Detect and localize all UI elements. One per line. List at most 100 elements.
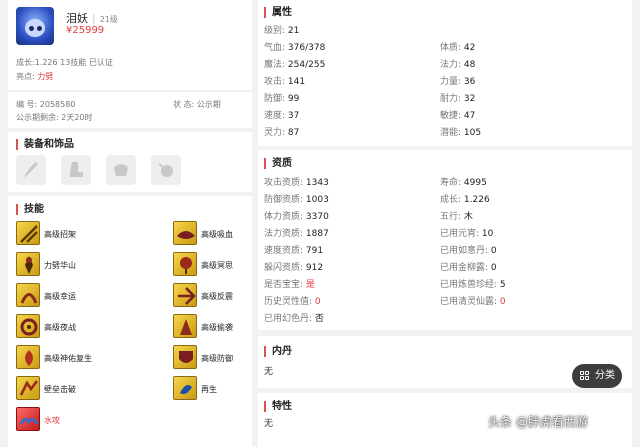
attr-row: 力量: 36: [440, 77, 475, 88]
attr-key: 速度:: [264, 111, 286, 121]
aptitude-value: 1.226: [463, 195, 490, 205]
skill-label: 壁垒击破: [44, 385, 76, 394]
aptitude-value: 1003: [305, 195, 329, 205]
skill-label: 高级反震: [201, 292, 233, 301]
attr-key: 防御:: [264, 94, 286, 104]
equip-slot-armor[interactable]: [106, 155, 136, 185]
water-icon: [16, 407, 40, 431]
aptitude-value: 0: [490, 246, 497, 256]
attr-value: 36: [463, 77, 476, 87]
aptitude-title: 资质: [264, 158, 292, 169]
aptitude-value: 0: [314, 297, 321, 307]
attr-row: 速度: 37: [264, 111, 299, 122]
skill-label: 高级防御: [201, 354, 233, 363]
attr-value: 47: [463, 111, 476, 121]
aptitude-value: 木: [463, 212, 473, 222]
attr-row: 耐力: 32: [440, 94, 475, 105]
skill-item[interactable]: 力劈华山: [16, 252, 126, 278]
aptitude-value: 3370: [305, 212, 329, 222]
luck-icon: [16, 283, 40, 307]
watermark: 头条 @胖虎看西游: [488, 415, 588, 429]
skill-item[interactable]: 高级夜战: [16, 314, 126, 340]
attr-key: 气血:: [264, 43, 286, 53]
aptitude-value: 否: [314, 314, 324, 324]
aptitude-row: 防御资质: 1003: [264, 195, 329, 206]
skill-item[interactable]: 高级招架: [16, 221, 126, 247]
aptitude-row: 已用清灵仙露: 0: [440, 297, 506, 308]
attr-row: 灵力: 87: [264, 128, 299, 139]
aptitude-row: 五行: 木: [440, 212, 473, 223]
skill-item[interactable]: 壁垒击破: [16, 376, 126, 402]
nightfight-icon: [16, 314, 40, 338]
aptitude-key: 历史灵性值:: [264, 297, 313, 307]
attr-key: 魔法:: [264, 60, 286, 70]
aptitude-row: 已用幻色丹: 否: [264, 314, 324, 325]
equipment-title: 装备和饰品: [16, 139, 74, 150]
attr-key: 力量:: [440, 77, 462, 87]
attr-value: 21: [287, 26, 300, 36]
skill-item[interactable]: 高级神佑复生: [16, 345, 126, 371]
skill-label: 高级冥思: [201, 261, 233, 270]
traits-value: 无: [264, 419, 274, 429]
skills-title: 技能: [16, 204, 44, 215]
attr-row: 潜能: 105: [440, 128, 481, 139]
aptitude-value: 是: [305, 280, 315, 290]
aptitude-key: 已用清灵仙露:: [440, 297, 498, 307]
pet-avatar[interactable]: [16, 7, 54, 45]
attr-row: 法力: 48: [440, 60, 475, 71]
aptitude-card: 资质 攻击资质: 1343 防御资质: 1003 体力资质: 3370 法力资质: 1…: [258, 150, 632, 330]
attr-value: 48: [463, 60, 476, 70]
aptitude-value: 1887: [305, 229, 329, 239]
equip-slot-claw[interactable]: [16, 155, 46, 185]
skill-label: 再生: [201, 385, 217, 394]
traits-title: 特性: [264, 401, 292, 412]
lipi-icon: [16, 252, 40, 276]
parry-icon: [16, 221, 40, 245]
regen-icon: [173, 376, 197, 400]
attr-level: 级别: 21: [264, 26, 299, 37]
attr-value: 37: [287, 111, 300, 121]
aptitude-row: 已用元宵: 10: [440, 229, 493, 240]
attr-row: 魔法: 254/255: [264, 60, 325, 71]
attr-value: 254/255: [287, 60, 326, 70]
sneak-icon: [173, 314, 197, 338]
aptitude-key: 已用炼兽珍经:: [440, 280, 498, 290]
aptitude-key: 已用如意丹:: [440, 246, 489, 256]
pet-status: 状 态: 公示期: [173, 100, 221, 109]
meditation-icon: [173, 252, 197, 276]
skill-item[interactable]: 水攻: [16, 407, 126, 433]
pet-summary-card: 泪妖 | 21级 ¥25999 成长:1.226 13技能 已认证 亮点: 力劈: [8, 0, 252, 90]
grid-icon: [580, 371, 590, 381]
attr-key: 灵力:: [264, 128, 286, 138]
aptitude-key: 已用金柳露:: [440, 263, 489, 273]
bloodsuck-icon: [173, 221, 197, 245]
highlight-value: 力劈: [37, 72, 54, 81]
aptitude-row: 寿命: 4995: [440, 178, 487, 189]
skill-label: 高级吸血: [201, 230, 233, 239]
attr-row: 气血: 376/378: [264, 43, 325, 54]
aptitude-value: 0: [490, 263, 497, 273]
pet-level: 21级: [99, 15, 118, 24]
skill-label: 力劈华山: [44, 261, 76, 270]
counter-icon: [173, 283, 197, 307]
category-button[interactable]: 分类: [572, 364, 622, 388]
skill-label: 高级偷袭: [201, 323, 233, 332]
attr-value: 105: [463, 128, 482, 138]
attr-key: 耐力:: [440, 94, 462, 104]
aptitude-key: 成长:: [440, 195, 462, 205]
publicity-remaining: 公示期剩余: 2天20时: [16, 113, 93, 122]
equip-slot-bell[interactable]: [151, 155, 181, 185]
skill-item[interactable]: 高级幸运: [16, 283, 126, 309]
attr-value: 87: [287, 128, 300, 138]
attr-key: 级别:: [264, 26, 286, 36]
equip-slot-boot[interactable]: [61, 155, 91, 185]
aptitude-key: 躲闪资质:: [264, 263, 304, 273]
aptitude-value: 5: [499, 280, 506, 290]
growth-line: 成长:1.226 13技能 已认证: [16, 58, 113, 67]
attr-row: 攻击: 141: [264, 77, 305, 88]
attr-value: 42: [463, 43, 476, 53]
attributes-title: 属性: [264, 7, 292, 18]
attr-row: 防御: 99: [264, 94, 299, 105]
attr-row: 体质: 42: [440, 43, 475, 54]
aptitude-row: 攻击资质: 1343: [264, 178, 329, 189]
